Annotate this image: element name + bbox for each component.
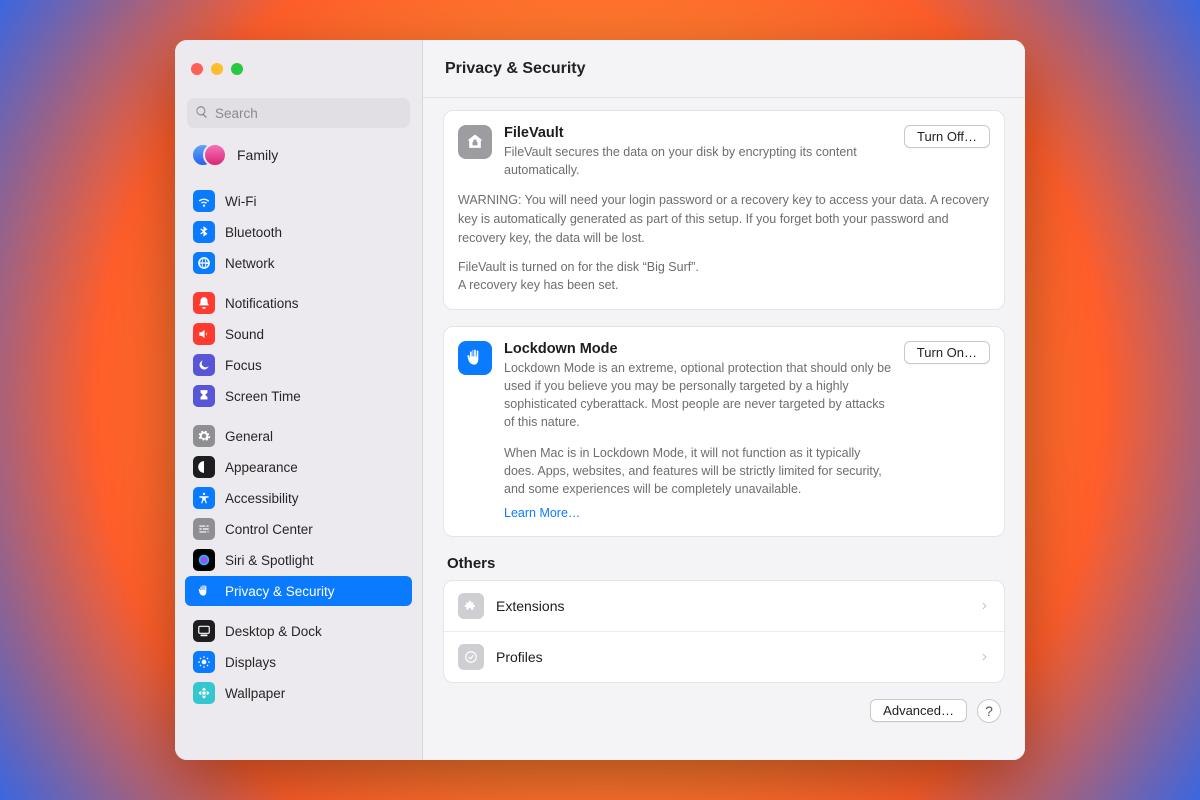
sidebar-item-label: Accessibility — [225, 491, 299, 506]
sidebar-scroll[interactable]: Family Wi-Fi Bluetooth Network Notification… — [175, 138, 422, 760]
family-avatars-icon — [191, 142, 227, 168]
zoom-icon[interactable] — [231, 63, 243, 75]
sidebar-item-screentime[interactable]: Screen Time — [185, 381, 412, 411]
bell-icon — [193, 292, 215, 314]
advanced-button[interactable]: Advanced… — [870, 699, 967, 722]
sidebar-item-accessibility[interactable]: Accessibility — [185, 483, 412, 513]
sidebar-item-label: General — [225, 429, 273, 444]
filevault-title: FileVault — [504, 125, 892, 141]
sidebar-item-family[interactable]: Family — [185, 138, 412, 176]
sidebar-item-label: Network — [225, 256, 275, 271]
sidebar-item-label: Wi-Fi — [225, 194, 256, 209]
hand-icon — [458, 341, 492, 375]
help-button[interactable]: ? — [977, 699, 1001, 723]
list-row-label: Extensions — [496, 598, 564, 614]
sliders-icon — [193, 518, 215, 540]
page-title: Privacy & Security — [445, 60, 586, 78]
others-row-profiles[interactable]: Profiles — [444, 631, 1004, 682]
filevault-turnoff-button[interactable]: Turn Off… — [904, 125, 990, 148]
settings-window: Search Family Wi-Fi Bluetooth Network Notif… — [175, 40, 1025, 760]
gear-icon — [193, 425, 215, 447]
filevault-status: FileVault is turned on for the disk “Big… — [458, 258, 990, 296]
lockdown-desc: Lockdown Mode is an extreme, optional pr… — [504, 359, 892, 432]
appearance-icon — [193, 456, 215, 478]
house-lock-icon — [458, 125, 492, 159]
sidebar-item-label: Privacy & Security — [225, 584, 335, 599]
search-placeholder: Search — [215, 106, 258, 121]
sidebar-item-label: Bluetooth — [225, 225, 282, 240]
sidebar-item-appearance[interactable]: Appearance — [185, 452, 412, 482]
sidebar-item-label: Wallpaper — [225, 686, 285, 701]
search-wrap: Search — [175, 98, 422, 138]
sidebar-item-controlcenter[interactable]: Control Center — [185, 514, 412, 544]
hand-icon — [193, 580, 215, 602]
sidebar-item-label: Notifications — [225, 296, 299, 311]
sidebar-item-notifications[interactable]: Notifications — [185, 288, 412, 318]
sidebar-item-label: Desktop & Dock — [225, 624, 322, 639]
badge-icon — [458, 644, 484, 670]
lockdown-card: Lockdown Mode Lockdown Mode is an extrem… — [443, 326, 1005, 537]
moon-icon — [193, 354, 215, 376]
sidebar-item-label: Screen Time — [225, 389, 301, 404]
globe-icon — [193, 252, 215, 274]
sidebar-item-label: Focus — [225, 358, 262, 373]
footer-row: Advanced… ? — [443, 699, 1005, 723]
sidebar-item-label: Siri & Spotlight — [225, 553, 314, 568]
search-input[interactable]: Search — [187, 98, 410, 128]
sidebar-item-displays[interactable]: Displays — [185, 647, 412, 677]
sidebar-item-privacy[interactable]: Privacy & Security — [185, 576, 412, 606]
titlebar-right: Privacy & Security — [423, 40, 1025, 98]
filevault-card: FileVault FileVault secures the data on … — [443, 110, 1005, 310]
puzzle-icon — [458, 593, 484, 619]
chevron-right-icon — [980, 598, 990, 614]
sidebar-item-label: Displays — [225, 655, 276, 670]
wifi-icon — [193, 190, 215, 212]
sidebar: Search Family Wi-Fi Bluetooth Network Notif… — [175, 40, 423, 760]
sidebar-item-label: Family — [237, 147, 278, 163]
sidebar-item-desktopdock[interactable]: Desktop & Dock — [185, 616, 412, 646]
sidebar-item-wifi[interactable]: Wi-Fi — [185, 186, 412, 216]
filevault-warning: WARNING: You will need your login passwo… — [458, 191, 990, 247]
sidebar-item-general[interactable]: General — [185, 421, 412, 451]
others-row-extensions[interactable]: Extensions — [444, 581, 1004, 631]
close-icon[interactable] — [191, 63, 203, 75]
sidebar-item-siri[interactable]: Siri & Spotlight — [185, 545, 412, 575]
minimize-icon[interactable] — [211, 63, 223, 75]
speaker-icon — [193, 323, 215, 345]
others-list: Extensions Profiles — [443, 580, 1005, 683]
sidebar-item-network[interactable]: Network — [185, 248, 412, 278]
sidebar-item-wallpaper[interactable]: Wallpaper — [185, 678, 412, 708]
sidebar-item-label: Appearance — [225, 460, 298, 475]
chevron-right-icon — [980, 649, 990, 665]
others-heading: Others — [447, 555, 1001, 572]
search-icon — [195, 105, 209, 122]
sidebar-item-label: Sound — [225, 327, 264, 342]
dock-icon — [193, 620, 215, 642]
lockdown-turnon-button[interactable]: Turn On… — [904, 341, 990, 364]
lockdown-learnmore-link[interactable]: Learn More… — [504, 506, 580, 520]
sidebar-item-bluetooth[interactable]: Bluetooth — [185, 217, 412, 247]
hourglass-icon — [193, 385, 215, 407]
traffic-lights — [191, 63, 243, 75]
titlebar-left — [175, 40, 422, 98]
list-row-label: Profiles — [496, 649, 543, 665]
lockdown-title: Lockdown Mode — [504, 341, 892, 357]
sidebar-item-sound[interactable]: Sound — [185, 319, 412, 349]
content-scroll[interactable]: FileVault FileVault secures the data on … — [423, 98, 1025, 760]
filevault-desc: FileVault secures the data on your disk … — [504, 143, 892, 179]
lockdown-desc2: When Mac is in Lockdown Mode, it will no… — [504, 444, 892, 498]
accessibility-icon — [193, 487, 215, 509]
flower-icon — [193, 682, 215, 704]
bluetooth-icon — [193, 221, 215, 243]
sidebar-item-label: Control Center — [225, 522, 313, 537]
sun-icon — [193, 651, 215, 673]
sidebar-item-focus[interactable]: Focus — [185, 350, 412, 380]
main-pane: Privacy & Security FileVault FileVault s… — [423, 40, 1025, 760]
siri-icon — [193, 549, 215, 571]
